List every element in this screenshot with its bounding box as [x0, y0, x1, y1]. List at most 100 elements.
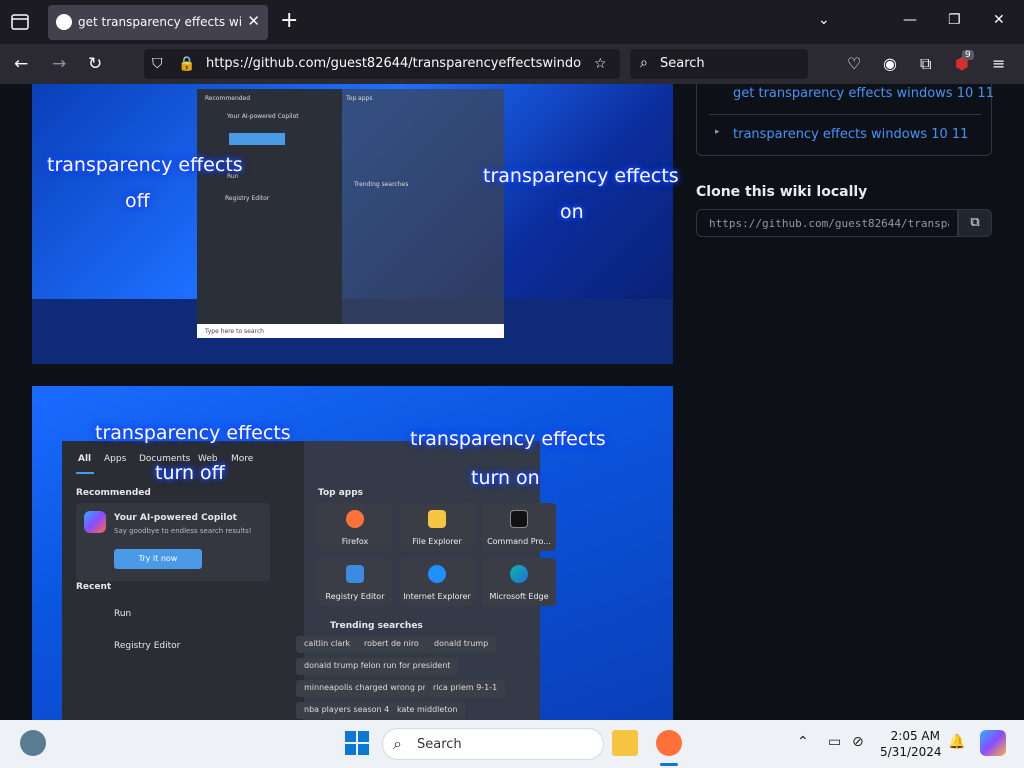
tab-title: get transparency effects windows 10 11	[78, 15, 243, 29]
pocket-icon[interactable]: ♡	[847, 54, 861, 73]
chip: rica priem 9-1-1	[425, 680, 506, 697]
taskbar-search-label: Search	[417, 737, 462, 752]
recent-registry: Registry Editor	[114, 641, 181, 651]
active-indicator	[660, 763, 678, 766]
tab-apps: Apps	[104, 454, 127, 464]
label-on-2: on	[560, 201, 584, 223]
app-registry-editor: Registry Editor	[318, 558, 392, 606]
label-off-1: transparency effects	[47, 154, 243, 176]
copilot-sub: Say goodbye to endless search results!	[114, 527, 252, 535]
mini-copilot: Your AI-powered Copilot	[227, 113, 299, 120]
top-apps-heading: Top apps	[318, 488, 364, 498]
caret-right-icon[interactable]: ▸	[715, 127, 720, 137]
screenshot-image-1: Recommended Your AI-powered Copilot Run …	[32, 84, 679, 364]
back-icon[interactable]: ←	[14, 54, 28, 74]
lock-icon[interactable]: 🔒	[178, 56, 195, 72]
url-bar[interactable]: ⛉ 🔒 https://github.com/guest82644/transp…	[144, 49, 620, 79]
copilot-title: Your AI-powered Copilot	[114, 513, 237, 523]
chip: donald trump felon run for president	[296, 658, 459, 675]
recent-heading: Recent	[76, 582, 112, 592]
search-bar[interactable]: ⌕ Search	[630, 49, 808, 79]
taskbar-search[interactable]: ⌕ Search	[382, 728, 604, 760]
github-icon	[56, 14, 72, 30]
chip: kate middleton	[389, 702, 466, 719]
chevron-up-icon[interactable]: ⌃	[797, 734, 809, 750]
extension-badge: 9	[962, 50, 974, 60]
trending-heading: Trending searches	[330, 621, 423, 631]
try-it-now-button: Try it now	[114, 549, 202, 569]
app-file-explorer: File Explorer	[400, 503, 474, 551]
recommended-heading: Recommended	[76, 488, 151, 498]
menu-icon[interactable]: ≡	[992, 54, 1005, 73]
bookmark-star-icon[interactable]: ☆	[594, 56, 607, 72]
label-on-1: transparency effects	[483, 165, 679, 187]
copilot-icon	[84, 511, 106, 533]
start-menu-left: Recommended Your AI-powered Copilot Run …	[197, 89, 342, 334]
wiki-link[interactable]: get transparency effects windows 10 11	[733, 86, 994, 101]
wiki-link[interactable]: transparency effects windows 10 11	[733, 127, 968, 142]
clone-url-text[interactable]: https://github.com/guest82644/transparen…	[709, 217, 949, 230]
app-firefox: Firefox	[318, 503, 392, 551]
mini-taskbar: Type here to search	[197, 324, 504, 338]
reload-icon[interactable]: ↻	[88, 54, 102, 74]
active-tab[interactable]: get transparency effects windows 10 11 ✕	[48, 5, 268, 40]
label-turn-off-2: turn off	[155, 462, 225, 484]
tab-all: All	[78, 454, 92, 464]
app-microsoft-edge: Microsoft Edge	[482, 558, 556, 606]
screenshot-image-2: All Apps Documents Web More Recommended …	[32, 386, 673, 720]
app-command-prompt: Command Pro...	[482, 503, 556, 551]
forward-icon[interactable]: →	[52, 54, 66, 74]
copy-icon[interactable]: ⧉	[958, 209, 992, 237]
weather-icon[interactable]	[20, 730, 46, 756]
start-menu-right: Top apps Trending searches	[342, 89, 504, 334]
mini-recommended: Recommended	[205, 95, 251, 102]
clock[interactable]: 2:05 AM 5/31/2024	[880, 728, 942, 760]
file-explorer-icon[interactable]	[612, 730, 638, 756]
chip: nba players season 4	[296, 702, 398, 719]
bell-icon[interactable]: 🔔	[948, 734, 965, 750]
windows-start-icon[interactable]	[344, 730, 370, 756]
mini-top-apps: Top apps	[346, 95, 373, 102]
new-tab-icon[interactable]: +	[280, 10, 298, 32]
display-icon[interactable]: ▭	[828, 734, 841, 750]
mini-try-button	[229, 133, 285, 145]
network-icon[interactable]: ⊘	[852, 734, 864, 750]
restore-icon[interactable]: ❐	[948, 12, 961, 28]
search-placeholder: Search	[660, 56, 705, 71]
time: 2:05 AM	[890, 729, 940, 743]
mini-registry: Registry Editor	[225, 195, 270, 202]
clone-url-input[interactable]: https://github.com/guest82644/transparen…	[696, 209, 958, 237]
date: 5/31/2024	[880, 745, 942, 759]
divider	[709, 114, 981, 115]
search-icon: ⌕	[393, 734, 402, 753]
tab-more: More	[231, 454, 254, 464]
chevron-down-icon[interactable]: ⌄	[818, 12, 830, 28]
wiki-pages-box: get transparency effects windows 10 11 ▸…	[696, 84, 994, 156]
page-content: Recommended Your AI-powered Copilot Run …	[0, 84, 1024, 720]
shield-icon[interactable]: ⛉	[152, 56, 163, 72]
firefox-icon[interactable]	[656, 730, 682, 756]
windows-taskbar: ⌕ Search ⌃ ▭ ⊘ 2:05 AM 5/31/2024 🔔	[0, 720, 1024, 768]
copilot-card: Your AI-powered Copilot Say goodbye to e…	[76, 503, 270, 581]
close-window-icon[interactable]: ✕	[993, 12, 1005, 28]
chip: donald trump	[426, 636, 497, 653]
label-turn-off-1: transparency effects	[95, 422, 291, 444]
label-turn-on-2: turn on	[471, 467, 540, 489]
nav-toolbar: ← → ↻ ⛉ 🔒 https://github.com/guest82644/…	[0, 44, 1024, 84]
list-all-tabs-icon[interactable]	[8, 10, 32, 34]
account-icon[interactable]: ◉	[883, 54, 897, 73]
url-text[interactable]: https://github.com/guest82644/transparen…	[206, 56, 582, 71]
recent-run: Run	[114, 609, 132, 619]
minimize-icon[interactable]: —	[903, 12, 917, 28]
copilot-icon[interactable]	[980, 730, 1006, 756]
label-turn-on-1: transparency effects	[410, 428, 606, 450]
extensions-icon[interactable]: ⧉	[920, 54, 931, 74]
app-internet-explorer: Internet Explorer	[400, 558, 474, 606]
mini-trending: Trending searches	[354, 181, 409, 188]
clone-heading: Clone this wiki locally	[696, 184, 868, 200]
tab-underline	[76, 472, 94, 474]
search-icon: ⌕	[640, 55, 648, 71]
label-off-2: off	[125, 190, 150, 212]
chip: caitlin clark	[296, 636, 359, 653]
close-tab-icon[interactable]: ✕	[247, 12, 260, 30]
